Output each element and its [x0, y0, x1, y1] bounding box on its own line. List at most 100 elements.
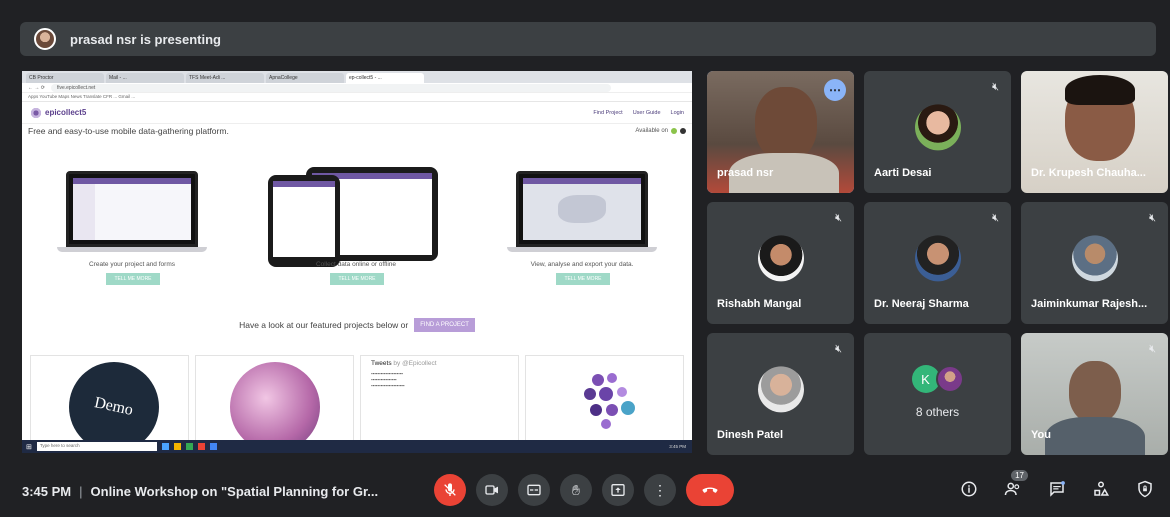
participant-tile-you[interactable]: 🔇︎ You	[1021, 333, 1168, 455]
tweets-card: Tweets by @Epicollect ▪▪▪▪▪▪▪▪▪▪▪▪▪▪▪▪▪▪…	[360, 355, 519, 441]
phone-illustration	[268, 175, 340, 267]
tell-me-more-button: TELL ME MORE	[556, 273, 610, 285]
meeting-info-separator: |	[79, 484, 83, 499]
camera-icon	[485, 485, 498, 495]
nav-login: Login	[670, 109, 684, 116]
others-photo	[935, 365, 964, 393]
activities-button[interactable]	[1090, 478, 1112, 500]
host-controls-button[interactable]	[1134, 478, 1156, 500]
leave-call-button[interactable]	[686, 474, 734, 506]
participant-name: Jaiminkumar Rajesh...	[1031, 298, 1148, 310]
logo-text: epicollect5	[45, 108, 87, 117]
info-icon	[961, 481, 977, 497]
browser-tab-strip: CB Proctor Mail - ... TFS Meet-Adi ... A…	[22, 71, 692, 83]
participant-name: Aarti Desai	[874, 167, 932, 179]
chat-icon	[1050, 481, 1065, 497]
logo-mark-icon	[30, 106, 42, 119]
taskbar-app-icon	[173, 443, 181, 450]
people-icon	[1004, 482, 1020, 496]
browser-tab: Mail - ...	[106, 73, 184, 83]
project-card-demo: Demo	[30, 355, 189, 441]
participant-tile-prasad[interactable]: ⋯ prasad nsr	[707, 71, 854, 193]
call-controls: ✋︎ ⋮	[434, 474, 734, 506]
shared-screen: CB Proctor Mail - ... TFS Meet-Adi ... A…	[22, 71, 692, 453]
side-controls: 17	[958, 470, 1156, 500]
browser-tab: TFS Meet-Adi ...	[186, 73, 264, 83]
mic-toggle-button[interactable]	[434, 474, 466, 506]
taskbar-app-icon	[161, 443, 169, 450]
camera-toggle-button[interactable]	[476, 474, 508, 506]
presenting-banner: prasad nsr is presenting	[20, 22, 1156, 56]
demo-label: Demo	[93, 394, 135, 419]
featured-projects-line: Have a look at our featured projects bel…	[22, 318, 692, 332]
feature-caption: View, analyse and export your data.	[530, 261, 634, 268]
nav-user-guide: User Guide	[632, 109, 661, 116]
mic-muted-icon: 🔇︎	[992, 212, 999, 224]
mic-muted-icon: 🔇︎	[1149, 343, 1156, 355]
browser-tab: CB Proctor	[26, 73, 104, 83]
mic-muted-icon: 🔇︎	[1149, 212, 1156, 224]
tweets-title: Tweets	[371, 360, 392, 367]
tweets-by: by @Epicollect	[393, 360, 437, 367]
participant-name: Dr. Krupesh Chauha...	[1031, 167, 1146, 179]
captions-button[interactable]	[518, 474, 550, 506]
presenter-avatar	[34, 28, 56, 50]
android-icon	[671, 128, 677, 134]
participant-count-badge: 17	[1011, 470, 1028, 481]
bottom-control-bar: 3:45 PM | Online Workshop on "Spatial Plan…	[0, 470, 1170, 517]
mic-muted-icon: 🔇︎	[835, 343, 842, 355]
featured-text: Have a look at our featured projects bel…	[239, 320, 409, 330]
participant-tile-krupesh[interactable]: Dr. Krupesh Chauha...	[1021, 71, 1168, 193]
laptop-map-illustration	[507, 171, 657, 252]
meet-app: prasad nsr is presenting CB Proctor Mail…	[0, 0, 1170, 517]
features-section: Create your project and forms Collect da…	[22, 167, 692, 287]
hand-icon: ✋︎	[572, 481, 580, 498]
participant-avatar	[914, 235, 961, 282]
others-label: 8 others	[915, 405, 960, 419]
more-options-button[interactable]: ⋮	[644, 474, 676, 506]
bookmarks-bar: Apps YouTube Maps News Translate CFR ...…	[22, 93, 692, 102]
meeting-title: Online Workshop on "Spatial Planning for…	[90, 484, 379, 499]
shield-lock-icon	[1138, 480, 1152, 498]
project-cards: Demo Tweets by @Epicollect ▪▪▪▪▪▪▪▪▪▪▪▪▪…	[22, 355, 692, 441]
address-bar: ← → ⟳ five.epicollect.net	[22, 83, 692, 93]
apple-icon	[680, 128, 686, 134]
taskbar-app-icon	[197, 443, 205, 450]
more-options-icon[interactable]: ⋯	[824, 79, 846, 101]
participant-name: prasad nsr	[717, 167, 774, 179]
participant-tile-neeraj[interactable]: 🔇︎ Dr. Neeraj Sharma	[864, 202, 1011, 324]
tell-me-more-button: TELL ME MORE	[330, 273, 384, 285]
taskbar-app-icon	[209, 443, 217, 450]
feature-caption: Create your project and forms	[89, 261, 175, 268]
captions-icon	[527, 484, 541, 496]
participant-tile-aarti[interactable]: 🔇︎ Aarti Desai	[864, 71, 1011, 193]
microbe-image	[230, 362, 320, 440]
mic-muted-icon: 🔇︎	[992, 81, 999, 93]
tell-me-more-button: TELL ME MORE	[106, 273, 160, 285]
available-on: Available on	[635, 126, 686, 136]
site-header: epicollect5 Find Project User Guide Logi…	[22, 102, 692, 124]
windows-taskbar: ⊞ Type here to search 3:45 PM	[22, 440, 692, 453]
meeting-details-button[interactable]	[958, 478, 980, 500]
participant-tile-rishabh[interactable]: 🔇︎ Rishabh Mangal	[707, 202, 854, 324]
windows-start-icon: ⊞	[26, 443, 32, 451]
presenting-text: prasad nsr is presenting	[70, 31, 221, 47]
participant-name: Rishabh Mangal	[717, 298, 802, 310]
participant-name: You	[1031, 429, 1051, 441]
participant-tile-jaiminkumar[interactable]: 🔇︎ Jaiminkumar Rajesh...	[1021, 202, 1168, 324]
mic-off-icon	[444, 483, 456, 496]
nav-find-project: Find Project	[593, 109, 623, 116]
find-a-project-button: FIND A PROJECT	[414, 318, 475, 332]
present-now-button[interactable]	[602, 474, 634, 506]
site-nav: Find Project User Guide Login	[593, 110, 684, 116]
site-tagline-row: Free and easy-to-use mobile data-gatheri…	[22, 124, 692, 138]
participant-tile-others[interactable]: K 8 others	[864, 333, 1011, 455]
participant-name: Dinesh Patel	[717, 429, 784, 441]
participant-name: Dr. Neeraj Sharma	[874, 298, 969, 310]
raise-hand-button[interactable]: ✋︎	[560, 474, 592, 506]
chat-button[interactable]	[1046, 478, 1068, 500]
people-button[interactable]: 17	[1002, 470, 1028, 500]
participant-tile-dinesh[interactable]: 🔇︎ Dinesh Patel	[707, 333, 854, 455]
mic-muted-icon: 🔇︎	[835, 212, 842, 224]
present-icon	[611, 484, 625, 496]
